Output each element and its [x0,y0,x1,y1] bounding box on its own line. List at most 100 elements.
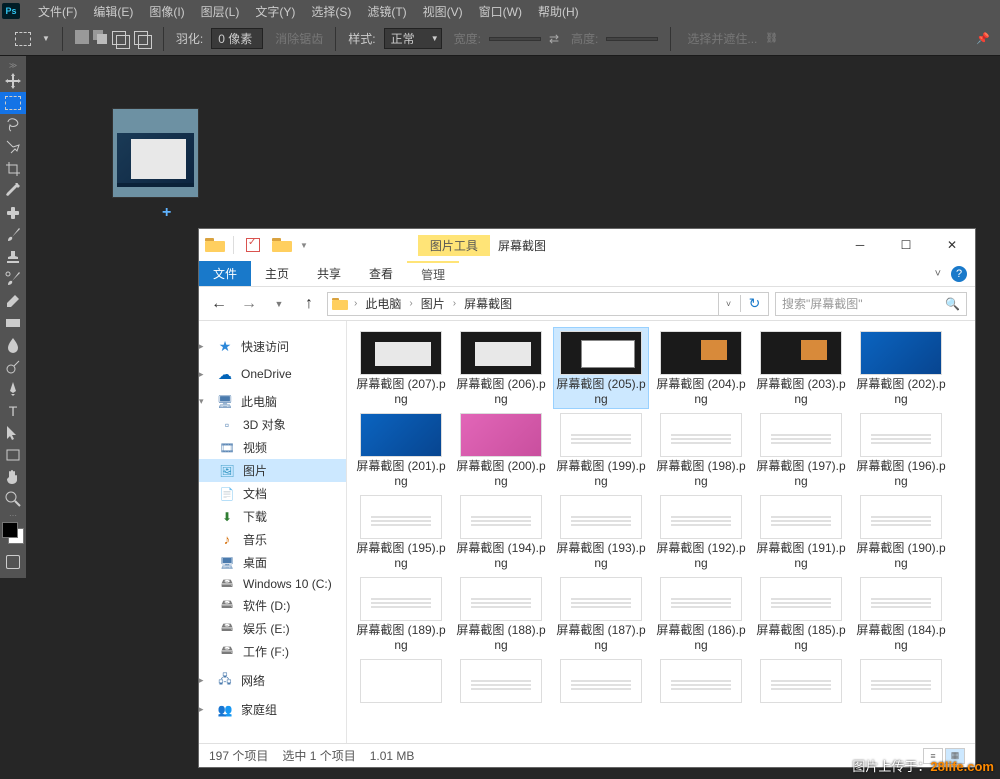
file-item[interactable]: 屏幕截图 (197).png [753,409,849,491]
pin-icon[interactable]: 📌 [976,32,990,45]
panel-handle[interactable]: ≫ [0,60,26,70]
path-select-tool[interactable] [0,422,26,444]
chevron-right-icon[interactable]: › [350,298,361,309]
address-dropdown-button[interactable]: ˅ [718,293,738,315]
nav-item[interactable]: 🖴软件 (D:) [199,594,346,617]
hand-tool[interactable] [0,466,26,488]
file-item[interactable]: 屏幕截图 (200).png [453,409,549,491]
menu-item[interactable]: 图像(I) [141,3,192,20]
menu-item[interactable]: 选择(S) [303,3,359,20]
intersect-selection-button[interactable] [133,30,151,48]
file-item[interactable]: 屏幕截图 (192).png [653,491,749,573]
forward-button[interactable]: → [237,292,261,316]
properties-button[interactable] [244,236,262,254]
nav-network[interactable]: 🖧网络 [199,669,346,692]
breadcrumb-item[interactable]: 此电脑 [363,295,403,312]
file-item[interactable] [353,655,449,705]
healing-tool[interactable] [0,202,26,224]
stamp-tool[interactable] [0,246,26,268]
lasso-tool[interactable] [0,114,26,136]
move-tool[interactable] [0,70,26,92]
file-item[interactable]: 屏幕截图 (186).png [653,573,749,655]
gradient-tool[interactable] [0,312,26,334]
tab-manage[interactable]: 管理 [407,261,459,286]
menu-item[interactable]: 文字(Y) [247,3,303,20]
feather-input[interactable]: 0 像素 [211,28,263,49]
nav-item[interactable]: 🖴娱乐 (E:) [199,617,346,640]
subtract-selection-button[interactable] [111,30,129,48]
document-thumbnail[interactable] [112,108,199,198]
history-brush-tool[interactable] [0,268,26,290]
tab-home[interactable]: 主页 [251,261,303,286]
file-item[interactable]: 屏幕截图 (202).png [853,327,949,409]
back-button[interactable]: ← [207,292,231,316]
nav-item[interactable]: 🖴Windows 10 (C:) [199,574,346,594]
new-folder-button[interactable] [272,236,290,254]
brush-tool[interactable] [0,224,26,246]
nav-item[interactable]: ♪音乐 [199,528,346,551]
nav-item[interactable]: 📄文档 [199,482,346,505]
file-item[interactable]: 屏幕截图 (206).png [453,327,549,409]
file-item[interactable]: 屏幕截图 (207).png [353,327,449,409]
refresh-button[interactable]: ↻ [740,295,768,312]
tab-share[interactable]: 共享 [303,261,355,286]
minimize-button[interactable]: ─ [837,230,883,260]
file-item[interactable]: 屏幕截图 (199).png [553,409,649,491]
type-tool[interactable]: T [0,400,26,422]
nav-quick-access[interactable]: ★快速访问 [199,335,346,358]
explorer-titlebar[interactable]: ▼ 图片工具 屏幕截图 ─ ☐ ✕ [199,229,975,261]
menu-item[interactable]: 滤镜(T) [359,3,414,20]
crop-tool[interactable] [0,158,26,180]
rectangle-tool[interactable] [0,444,26,466]
file-item[interactable]: 屏幕截图 (205).png [553,327,649,409]
nav-item[interactable]: ⬇下载 [199,505,346,528]
new-selection-button[interactable] [75,30,89,44]
zoom-tool[interactable] [0,488,26,510]
blur-tool[interactable] [0,334,26,356]
file-item[interactable]: 屏幕截图 (189).png [353,573,449,655]
nav-item[interactable]: 🎞视频 [199,436,346,459]
navigation-pane[interactable]: ★快速访问 ☁OneDrive 🖥此电脑 ▫3D 对象🎞视频🖼图片📄文档⬇下载♪… [199,321,347,743]
file-item[interactable]: 屏幕截图 (191).png [753,491,849,573]
eraser-tool[interactable] [0,290,26,312]
nav-item[interactable]: 🖴工作 (F:) [199,640,346,663]
file-item[interactable] [453,655,549,705]
file-item[interactable] [553,655,649,705]
color-swatches[interactable] [0,520,26,550]
marquee-tool-icon[interactable] [14,30,32,48]
file-item[interactable]: 屏幕截图 (201).png [353,409,449,491]
file-item[interactable]: 屏幕截图 (204).png [653,327,749,409]
file-item[interactable]: 屏幕截图 (198).png [653,409,749,491]
help-button[interactable]: ? [951,266,967,282]
menu-item[interactable]: 窗口(W) [471,3,530,20]
pen-tool[interactable] [0,378,26,400]
marquee-tool[interactable] [0,92,26,114]
search-input[interactable]: 搜索"屏幕截图" 🔍 [775,292,967,316]
file-item[interactable] [653,655,749,705]
eyedropper-tool[interactable] [0,180,26,202]
menu-item[interactable]: 帮助(H) [530,3,587,20]
close-button[interactable]: ✕ [929,230,975,260]
quick-select-tool[interactable] [0,136,26,158]
dodge-tool[interactable] [0,356,26,378]
address-bar[interactable]: › 此电脑 › 图片 › 屏幕截图 ˅ ↻ [327,292,769,316]
style-select[interactable]: 正常▼ [384,28,442,49]
file-item[interactable]: 屏幕截图 (187).png [553,573,649,655]
chevron-right-icon[interactable]: › [449,298,460,309]
nav-item[interactable]: ▫3D 对象 [199,413,346,436]
search-icon[interactable]: 🔍 [945,297,960,311]
nav-homegroup[interactable]: 👥家庭组 [199,698,346,721]
menu-item[interactable]: 图层(L) [193,3,248,20]
maximize-button[interactable]: ☐ [883,230,929,260]
file-item[interactable]: 屏幕截图 (196).png [853,409,949,491]
file-item[interactable]: 屏幕截图 (195).png [353,491,449,573]
nav-item[interactable]: 🖼图片 [199,459,346,482]
qat-dropdown[interactable]: ▼ [300,241,308,250]
file-item[interactable] [753,655,849,705]
menu-item[interactable]: 视图(V) [415,3,471,20]
tab-file[interactable]: 文件 [199,261,251,286]
breadcrumb-item[interactable]: 屏幕截图 [462,295,514,312]
collapse-ribbon-button[interactable]: ˅ [935,268,941,280]
nav-onedrive[interactable]: ☁OneDrive [199,364,346,384]
file-item[interactable]: 屏幕截图 (193).png [553,491,649,573]
